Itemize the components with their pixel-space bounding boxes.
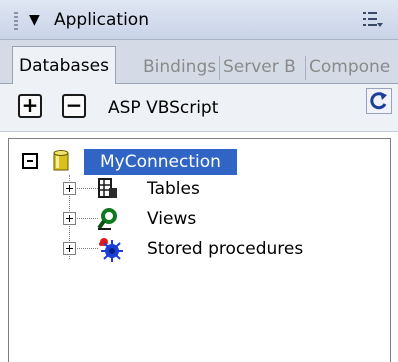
remove-button[interactable]: − bbox=[62, 94, 86, 118]
table-icon bbox=[98, 178, 117, 198]
database-cylinder-icon bbox=[53, 150, 69, 171]
tree-label-tables[interactable]: Tables bbox=[147, 176, 200, 202]
collapse-arrow-icon[interactable]: ▼ bbox=[29, 10, 40, 30]
panel-grip-icon[interactable] bbox=[14, 12, 18, 30]
tree-row-connection[interactable]: MyConnection bbox=[9, 147, 390, 175]
add-button[interactable]: + bbox=[18, 94, 42, 118]
tab-separator bbox=[305, 56, 306, 80]
panel-title[interactable]: Application bbox=[54, 8, 149, 32]
magnifier-icon bbox=[97, 208, 117, 230]
tab-databases[interactable]: Databases bbox=[12, 46, 116, 85]
connection-label[interactable]: MyConnection bbox=[84, 149, 237, 175]
tree-row-stored-procedures[interactable]: Stored procedures bbox=[9, 235, 390, 263]
expand-toggle-icon[interactable] bbox=[63, 212, 76, 225]
collapse-toggle-icon[interactable] bbox=[22, 153, 38, 169]
refresh-icon bbox=[370, 92, 387, 110]
stored-procedure-icon bbox=[99, 238, 123, 262]
tree-label-stored-procedures[interactable]: Stored procedures bbox=[147, 236, 303, 262]
panel-options-icon[interactable] bbox=[362, 10, 384, 30]
tab-strip: Databases Bindings Server B Compone bbox=[0, 40, 398, 85]
toolbar: + − ASP VBScript bbox=[0, 84, 398, 132]
tab-server-behaviors[interactable]: Server B bbox=[223, 51, 296, 84]
panel-header: ▼ Application bbox=[0, 0, 398, 40]
tab-separator bbox=[219, 56, 220, 80]
tree-row-views[interactable]: Views bbox=[9, 205, 390, 233]
expand-toggle-icon[interactable] bbox=[63, 242, 76, 255]
database-tree: MyConnection Tables Views Stored procedu… bbox=[8, 138, 391, 362]
tree-label-views[interactable]: Views bbox=[147, 206, 196, 232]
refresh-button[interactable] bbox=[366, 88, 392, 114]
server-model-label: ASP VBScript bbox=[108, 98, 219, 118]
tab-bindings[interactable]: Bindings bbox=[143, 51, 216, 84]
expand-toggle-icon[interactable] bbox=[63, 182, 76, 195]
tree-row-tables[interactable]: Tables bbox=[9, 175, 390, 203]
tab-components[interactable]: Compone bbox=[309, 51, 398, 84]
